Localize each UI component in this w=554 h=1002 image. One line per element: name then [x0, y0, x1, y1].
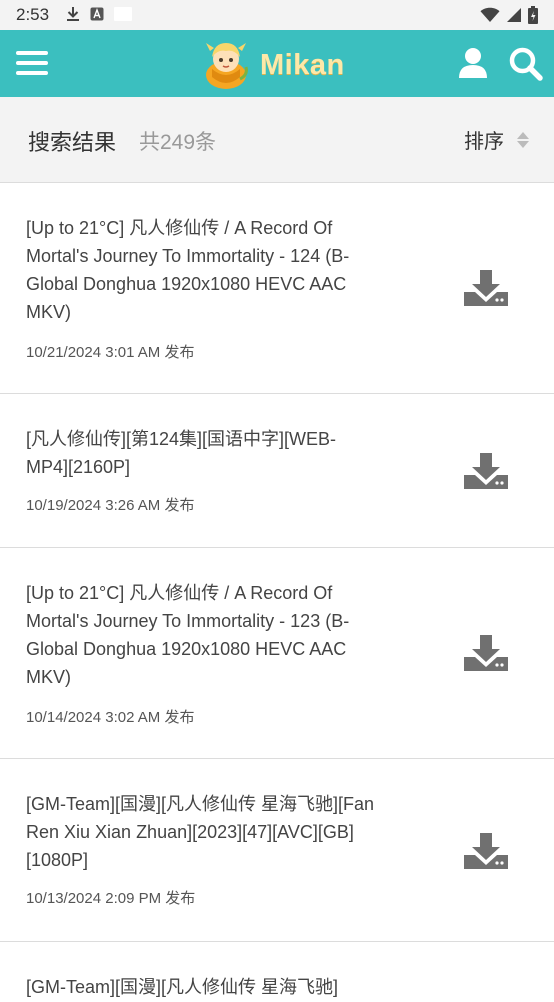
- sort-button[interactable]: 排序: [464, 125, 530, 154]
- app-logo-text: Mikan: [260, 48, 345, 81]
- search-icon: [509, 47, 543, 81]
- sort-icon: [517, 131, 529, 148]
- result-title[interactable]: [Up to 21°C] 凡人修仙传 / A Record Of Mortal'…: [26, 214, 371, 326]
- result-date: 10/13/2024 2:09 PM 发布: [26, 890, 196, 907]
- download-icon: [464, 833, 508, 869]
- download-icon: [464, 453, 508, 489]
- search-button[interactable]: [508, 46, 544, 82]
- result-item[interactable]: [Up to 21°C] 凡人修仙传 / A Record Of Mortal'…: [0, 183, 554, 394]
- system-status-icons: [480, 6, 538, 24]
- result-date: 10/19/2024 3:26 AM 发布: [26, 497, 195, 514]
- result-title[interactable]: [GM-Team][国漫][凡人修仙传 星海飞驰]: [26, 973, 388, 1001]
- user-icon: [459, 48, 487, 78]
- status-time: 2:53: [16, 5, 50, 24]
- app-logo[interactable]: Mikan: [200, 38, 360, 92]
- result-title[interactable]: [Up to 21°C] 凡人修仙传 / A Record Of Mortal'…: [26, 579, 371, 691]
- result-date: 10/21/2024 3:01 AM 发布: [26, 344, 195, 361]
- result-title[interactable]: [凡人修仙传][第124集][国语中字][WEB-MP4][2160P]: [26, 425, 371, 481]
- download-icon: [464, 270, 508, 306]
- download-icon: [464, 635, 508, 671]
- result-title[interactable]: [GM-Team][国漫][凡人修仙传 星海飞驰][Fan Ren Xiu Xi…: [26, 790, 388, 874]
- blank-notification-icon: [114, 7, 132, 21]
- status-bar: 2:53: [0, 0, 554, 30]
- menu-button[interactable]: [16, 50, 48, 78]
- mascot-logo-icon: [206, 43, 248, 89]
- download-notification-icon: [67, 7, 79, 21]
- result-date: 10/14/2024 3:02 AM 发布: [26, 709, 195, 726]
- result-item[interactable]: [凡人修仙传][第124集][国语中字][WEB-MP4][2160P] 10/…: [0, 394, 554, 548]
- results-header: 搜索结果 共249条 排序: [0, 97, 554, 183]
- result-item[interactable]: [GM-Team][国漫][凡人修仙传 星海飞驰]: [0, 942, 554, 1002]
- sort-label: 排序: [464, 131, 504, 153]
- download-button[interactable]: [462, 268, 510, 308]
- results-count: 共249条: [139, 131, 217, 154]
- download-button[interactable]: [462, 831, 510, 871]
- battery-icon: [528, 6, 538, 24]
- keyboard-notification-icon: [90, 7, 104, 21]
- result-item[interactable]: [Up to 21°C] 凡人修仙传 / A Record Of Mortal'…: [0, 548, 554, 759]
- results-title: 搜索结果: [28, 130, 117, 155]
- download-button[interactable]: [462, 451, 510, 491]
- result-item[interactable]: [GM-Team][国漫][凡人修仙传 星海飞驰][Fan Ren Xiu Xi…: [0, 759, 554, 942]
- signal-icon: [507, 8, 521, 22]
- download-button[interactable]: [462, 633, 510, 673]
- user-button[interactable]: [456, 46, 490, 80]
- menu-icon: [16, 51, 48, 55]
- notification-icons: [66, 6, 132, 22]
- wifi-icon: [480, 7, 500, 22]
